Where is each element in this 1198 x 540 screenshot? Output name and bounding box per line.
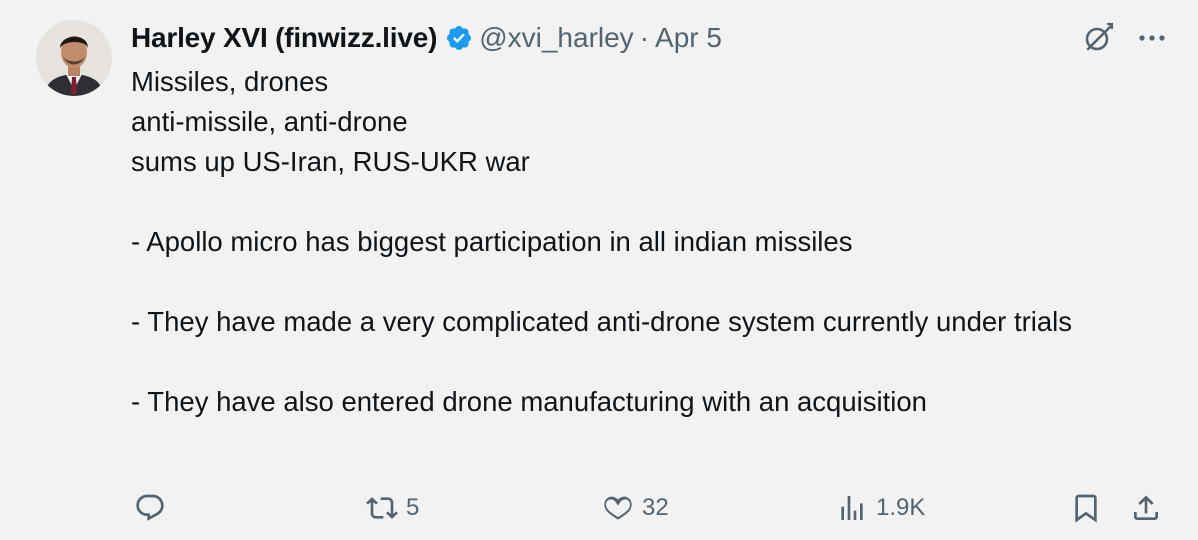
views-count: 1.9K <box>876 494 926 521</box>
bookmark-icon <box>1070 492 1102 524</box>
like-count: 32 <box>642 494 669 521</box>
grok-icon[interactable] <box>1078 18 1118 58</box>
display-name[interactable]: Harley XVI (finwizz.live) <box>131 22 437 54</box>
views-button[interactable]: 1.9K <box>836 486 925 530</box>
action-bar: 5 32 1.9K <box>0 486 1198 530</box>
handle[interactable]: @xvi_harley <box>479 22 633 54</box>
bookmark-button[interactable] <box>1070 486 1102 530</box>
tweet-line: - They have made a very complicated anti… <box>131 306 1073 337</box>
avatar[interactable] <box>36 20 112 96</box>
retweet-count: 5 <box>406 494 420 521</box>
tweet-line: - They have also entered drone manufactu… <box>131 386 927 417</box>
tweet-top-actions <box>1078 18 1170 58</box>
heart-icon <box>602 492 634 524</box>
retweet-button[interactable]: 5 <box>366 486 419 530</box>
reply-icon <box>134 492 166 524</box>
verified-badge-icon[interactable] <box>445 24 473 52</box>
tweet-line: anti-missile, anti-drone <box>131 106 408 137</box>
avatar-image <box>36 20 112 96</box>
tweet-line: Missiles, drones <box>131 66 329 97</box>
retweet-icon <box>366 492 398 524</box>
more-options-icon[interactable] <box>1134 20 1170 56</box>
tweet-text: Missiles, drones anti-missile, anti-dron… <box>131 62 1151 422</box>
tweet-line: - Apollo micro has biggest participation… <box>131 226 853 257</box>
views-icon <box>836 492 868 524</box>
share-button[interactable] <box>1130 486 1162 530</box>
tweet-line: sums up US-Iran, RUS-UKR war <box>131 146 530 177</box>
share-icon <box>1130 492 1162 524</box>
reply-button[interactable] <box>134 486 166 530</box>
like-button[interactable]: 32 <box>602 486 669 530</box>
separator-dot: · <box>639 22 650 53</box>
tweet-date[interactable]: Apr 5 <box>655 22 722 54</box>
tweet-header: Harley XVI (finwizz.live) @xvi_harley · … <box>131 20 722 56</box>
